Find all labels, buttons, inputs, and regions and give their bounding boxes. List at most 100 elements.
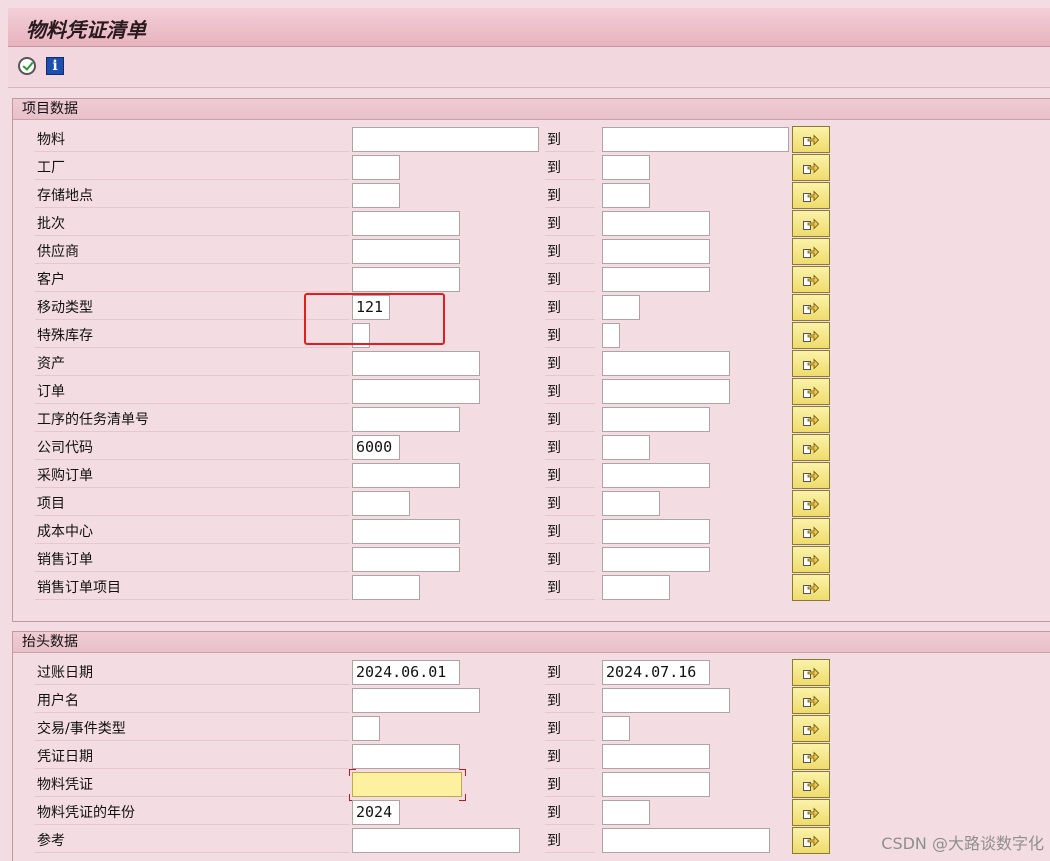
multiple-selection-button[interactable] bbox=[792, 238, 830, 265]
multiple-selection-arrow-icon bbox=[803, 414, 819, 426]
multiple-selection-button[interactable] bbox=[792, 294, 830, 321]
range-from-input[interactable] bbox=[352, 463, 460, 488]
field-label: 物料 bbox=[35, 128, 349, 152]
multiple-selection-button[interactable] bbox=[792, 490, 830, 517]
multiple-selection-arrow-icon bbox=[803, 835, 819, 847]
range-from-input[interactable] bbox=[352, 491, 410, 516]
field-label: 交易/事件类型 bbox=[35, 717, 349, 741]
multiple-selection-arrow-icon bbox=[803, 330, 819, 342]
multiple-selection-button[interactable] bbox=[792, 322, 830, 349]
multiple-selection-arrow-icon bbox=[803, 554, 819, 566]
range-to-input[interactable] bbox=[602, 351, 730, 376]
range-to-input[interactable] bbox=[602, 463, 710, 488]
multiple-selection-button[interactable] bbox=[792, 827, 830, 854]
range-from-input[interactable] bbox=[352, 379, 480, 404]
range-to-input[interactable] bbox=[602, 323, 620, 348]
selection-row: 用户名 到 bbox=[13, 687, 1050, 714]
multiple-selection-button[interactable] bbox=[792, 462, 830, 489]
multiple-selection-arrow-icon bbox=[803, 582, 819, 594]
range-from-input[interactable] bbox=[352, 688, 480, 713]
multiple-selection-button[interactable] bbox=[792, 715, 830, 742]
range-from-input[interactable] bbox=[352, 828, 520, 853]
multiple-selection-button[interactable] bbox=[792, 771, 830, 798]
range-to-input[interactable] bbox=[602, 519, 710, 544]
range-from-input[interactable] bbox=[352, 772, 462, 797]
info-icon[interactable]: i bbox=[46, 57, 64, 75]
multiple-selection-button[interactable] bbox=[792, 546, 830, 573]
range-to-input[interactable] bbox=[602, 547, 710, 572]
field-label: 过账日期 bbox=[35, 661, 349, 685]
range-from-input[interactable] bbox=[352, 744, 460, 769]
range-to-label: 到 bbox=[545, 128, 595, 152]
multiple-selection-button[interactable] bbox=[792, 154, 830, 181]
field-label: 批次 bbox=[35, 212, 349, 236]
multiple-selection-button[interactable] bbox=[792, 182, 830, 209]
range-to-label: 到 bbox=[545, 520, 595, 544]
range-from-input[interactable]: 2024 bbox=[352, 800, 400, 825]
range-from-input[interactable] bbox=[352, 267, 460, 292]
focus-corner-marker bbox=[459, 769, 466, 776]
multiple-selection-button[interactable] bbox=[792, 266, 830, 293]
range-to-input[interactable] bbox=[602, 800, 650, 825]
range-to-input[interactable] bbox=[602, 295, 640, 320]
range-to-input[interactable] bbox=[602, 379, 730, 404]
range-from-input[interactable]: 6000 bbox=[352, 435, 400, 460]
field-label: 工厂 bbox=[35, 156, 349, 180]
range-to-input[interactable] bbox=[602, 688, 730, 713]
range-from-input[interactable] bbox=[352, 716, 380, 741]
selection-row: 特殊库存 到 bbox=[13, 322, 1050, 349]
multiple-selection-arrow-icon bbox=[803, 751, 819, 763]
multiple-selection-button[interactable] bbox=[792, 518, 830, 545]
range-to-input[interactable]: 2024.07.16 bbox=[602, 660, 710, 685]
range-to-input[interactable] bbox=[602, 155, 650, 180]
range-from-input[interactable] bbox=[352, 183, 400, 208]
field-label: 供应商 bbox=[35, 240, 349, 264]
multiple-selection-button[interactable] bbox=[792, 574, 830, 601]
range-to-input[interactable] bbox=[602, 267, 710, 292]
range-to-input[interactable] bbox=[602, 435, 650, 460]
field-label: 资产 bbox=[35, 352, 349, 376]
range-from-input[interactable]: 2024.06.01 bbox=[352, 660, 460, 685]
multiple-selection-button[interactable] bbox=[792, 687, 830, 714]
multiple-selection-button[interactable] bbox=[792, 350, 830, 377]
range-from-input[interactable] bbox=[352, 547, 460, 572]
range-to-label: 到 bbox=[545, 296, 595, 320]
range-to-input[interactable] bbox=[602, 716, 630, 741]
range-to-input[interactable] bbox=[602, 491, 660, 516]
multiple-selection-button[interactable] bbox=[792, 126, 830, 153]
selection-row: 客户 到 bbox=[13, 266, 1050, 293]
selection-row: 订单 到 bbox=[13, 378, 1050, 405]
range-to-input[interactable] bbox=[602, 127, 789, 152]
selection-row: 成本中心 到 bbox=[13, 518, 1050, 545]
multiple-selection-button[interactable] bbox=[792, 799, 830, 826]
multiple-selection-button[interactable] bbox=[792, 406, 830, 433]
range-to-input[interactable] bbox=[602, 211, 710, 236]
range-from-input[interactable] bbox=[352, 155, 400, 180]
multiple-selection-button[interactable] bbox=[792, 434, 830, 461]
selection-row: 销售订单项目 到 bbox=[13, 574, 1050, 601]
range-to-input[interactable] bbox=[602, 183, 650, 208]
multiple-selection-button[interactable] bbox=[792, 378, 830, 405]
range-to-input[interactable] bbox=[602, 407, 710, 432]
field-label: 存储地点 bbox=[35, 184, 349, 208]
range-to-label: 到 bbox=[545, 436, 595, 460]
range-from-input[interactable] bbox=[352, 239, 460, 264]
range-to-input[interactable] bbox=[602, 744, 710, 769]
range-from-input[interactable] bbox=[352, 211, 460, 236]
range-from-input[interactable] bbox=[352, 351, 480, 376]
execute-icon[interactable] bbox=[18, 57, 36, 75]
multiple-selection-button[interactable] bbox=[792, 659, 830, 686]
range-to-input[interactable] bbox=[602, 239, 710, 264]
range-to-input[interactable] bbox=[602, 772, 710, 797]
multiple-selection-button[interactable] bbox=[792, 210, 830, 237]
range-from-input[interactable] bbox=[352, 519, 460, 544]
range-from-input[interactable] bbox=[352, 407, 460, 432]
multiple-selection-button[interactable] bbox=[792, 743, 830, 770]
focus-corner-marker bbox=[349, 769, 356, 776]
selection-row: 采购订单 到 bbox=[13, 462, 1050, 489]
range-from-input[interactable] bbox=[352, 575, 420, 600]
selection-row: 移动类型 121 到 bbox=[13, 294, 1050, 321]
range-from-input[interactable] bbox=[352, 127, 539, 152]
range-to-input[interactable] bbox=[602, 575, 670, 600]
range-to-input[interactable] bbox=[602, 828, 770, 853]
